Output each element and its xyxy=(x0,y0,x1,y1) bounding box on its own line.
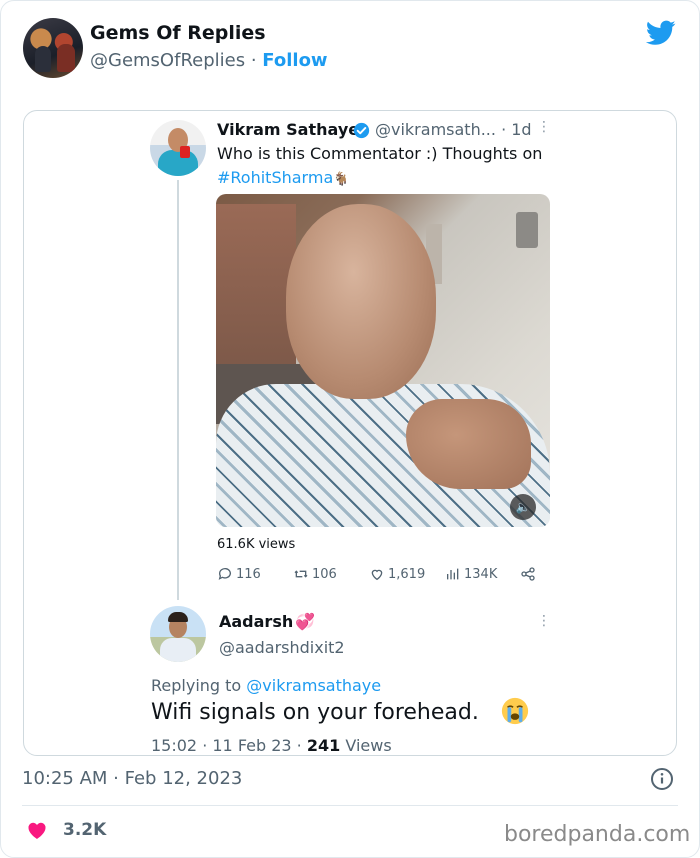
reply-views-count: 241 xyxy=(306,736,341,755)
separator-dot: · xyxy=(250,50,257,71)
account-avatar[interactable] xyxy=(23,18,83,78)
reply-meta: 15:02 · 11 Feb 23 · 241 Views xyxy=(151,736,392,755)
retweet-count: 106 xyxy=(312,566,337,582)
reply-author-handle[interactable]: @aadarshdixit2 xyxy=(219,638,345,657)
video-window xyxy=(216,204,296,369)
analytics-icon xyxy=(447,568,459,580)
video-speaker xyxy=(516,212,538,248)
video-person-hand xyxy=(406,399,531,489)
more-options-icon[interactable]: ⋮ xyxy=(537,613,551,629)
reply-icon xyxy=(218,568,231,580)
account-subline: @GemsOfReplies · Follow xyxy=(90,50,328,71)
more-options-icon[interactable]: ⋮ xyxy=(537,119,551,135)
share-action[interactable] xyxy=(520,566,539,582)
like-action[interactable]: 1,619 xyxy=(369,566,425,582)
retweet-icon xyxy=(294,570,308,578)
quoted-time: 1d xyxy=(511,120,532,139)
quoted-tweet-text: Who is this Commentator :) Thoughts on xyxy=(217,144,543,163)
quoted-author-name[interactable]: Vikram Sathaye xyxy=(217,120,359,139)
vikram-avatar[interactable] xyxy=(150,120,206,176)
analytics-count: 134K xyxy=(464,566,498,582)
info-icon[interactable] xyxy=(650,767,674,791)
account-name[interactable]: Gems Of Replies xyxy=(90,22,266,44)
quoted-views: 61.6K views xyxy=(217,537,296,552)
account-handle[interactable]: @GemsOfReplies xyxy=(90,50,245,71)
retweet-action[interactable]: 106 xyxy=(293,566,337,582)
video-person-head xyxy=(286,204,436,399)
hashtag-text[interactable]: #RohitSharma xyxy=(217,168,333,187)
hearts-emoji: 💞 xyxy=(295,612,315,631)
replying-to-link[interactable]: @vikramsathaye xyxy=(246,676,381,695)
reply-action[interactable]: 116 xyxy=(217,566,261,582)
reply-author-name[interactable]: Aadarsh xyxy=(219,612,293,631)
hashtag-link[interactable]: #RohitSharma🐐 xyxy=(217,168,349,187)
replying-prefix: Replying to xyxy=(151,676,242,695)
tweet-timestamp[interactable]: 10:25 AM · Feb 12, 2023 xyxy=(22,768,242,789)
video-player[interactable] xyxy=(216,194,550,527)
heart-outline-icon xyxy=(371,569,383,581)
reply-timestamp: 15:02 · 11 Feb 23 · xyxy=(151,736,302,755)
crying-face-icon xyxy=(501,697,529,725)
quoted-author-meta: @vikramsath... · 1d xyxy=(375,120,532,139)
reply-count: 116 xyxy=(236,566,261,582)
replying-to: Replying to @vikramsathaye xyxy=(151,676,381,695)
thread-line xyxy=(177,180,179,600)
reply-views-label: Views xyxy=(345,736,392,755)
reply-text: Wifi signals on your forehead. xyxy=(151,700,479,725)
verified-badge-icon xyxy=(353,122,370,139)
goat-icon: 🐐 xyxy=(333,172,350,187)
divider xyxy=(22,805,678,806)
boredpanda-watermark: boredpanda.com xyxy=(504,822,691,847)
share-icon xyxy=(521,567,535,581)
like-count[interactable]: 3.2K xyxy=(63,820,106,840)
analytics-action[interactable]: 134K xyxy=(445,566,497,582)
twitter-bird-icon[interactable] xyxy=(646,20,676,46)
quoted-author-handle[interactable]: @vikramsath... xyxy=(375,120,496,139)
aadarsh-avatar[interactable] xyxy=(150,606,206,662)
heart-icon[interactable] xyxy=(25,818,49,842)
separator-dot: · xyxy=(501,120,507,139)
like-count: 1,619 xyxy=(388,566,426,582)
volume-icon[interactable]: 🔈 xyxy=(510,494,536,520)
follow-button[interactable]: Follow xyxy=(262,50,327,71)
